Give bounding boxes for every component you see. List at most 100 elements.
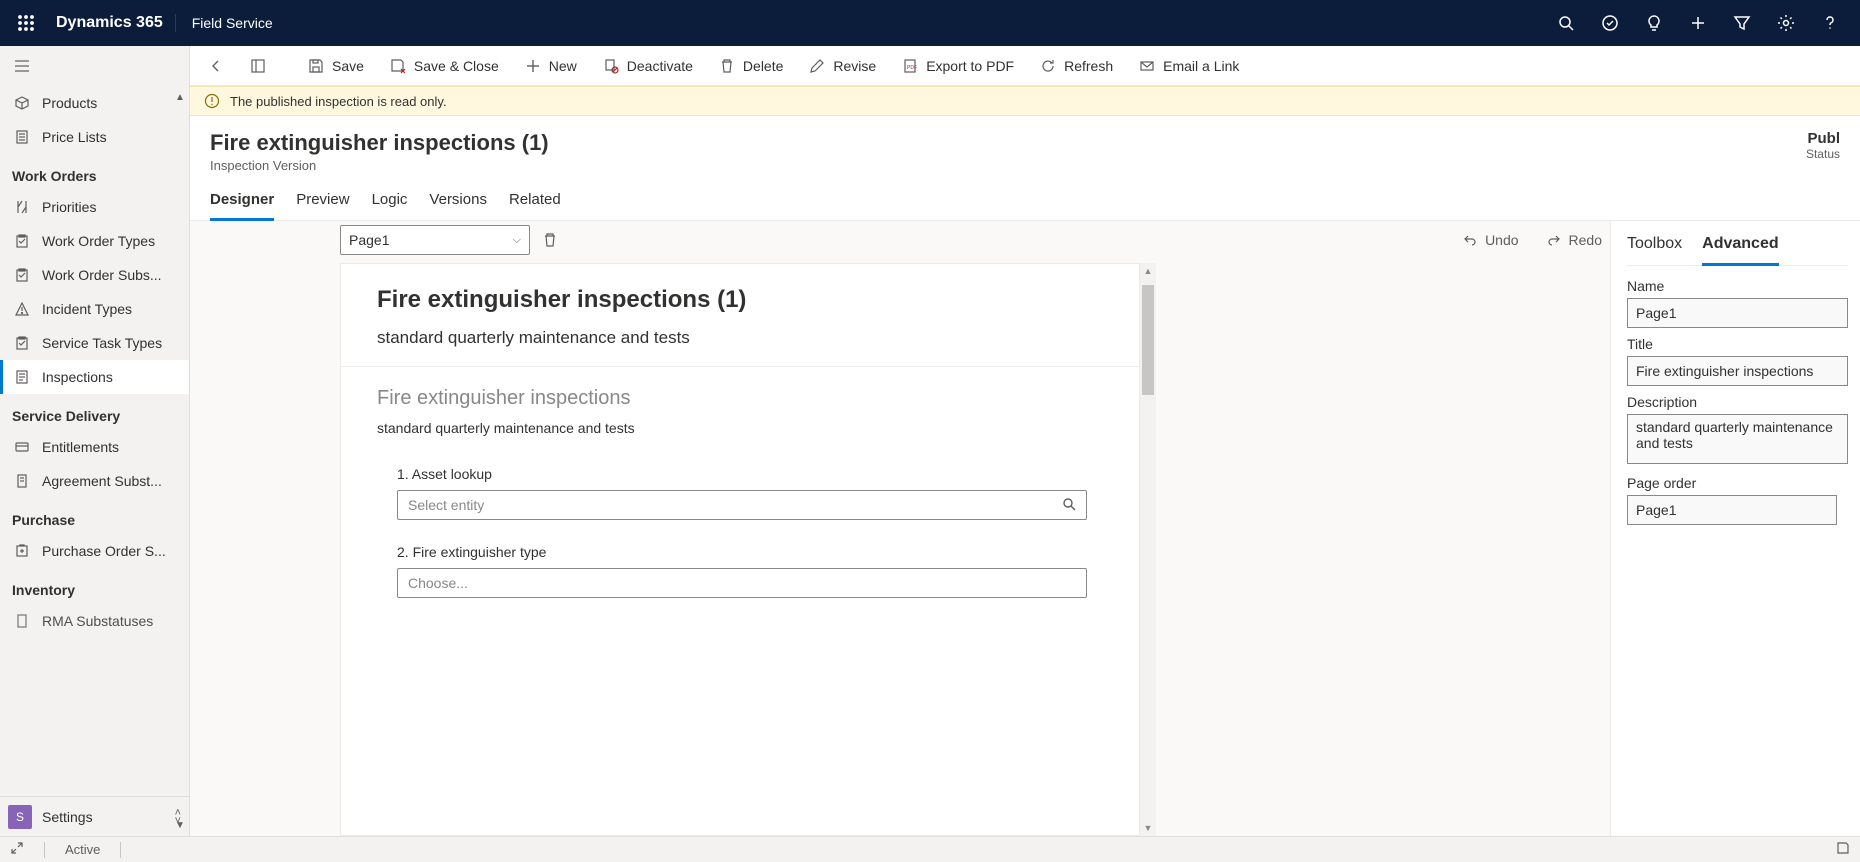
search-icon[interactable]: [1544, 1, 1588, 45]
sidebar-item-work-order-types[interactable]: Work Order Types: [0, 224, 189, 258]
designer-toolbar: Page1 ⌵ Undo Redo: [340, 221, 1610, 263]
redo-button[interactable]: Redo: [1539, 228, 1610, 252]
tab-logic[interactable]: Logic: [372, 183, 408, 220]
sidebar-scroll-down-icon[interactable]: ▼: [175, 820, 187, 832]
clipboard-icon: [14, 267, 30, 283]
page-selector-value: Page1: [349, 232, 389, 248]
revise-button[interactable]: Revise: [799, 54, 886, 78]
sidebar-scroll: Products Price Lists Work Orders Priorit…: [0, 86, 189, 796]
back-arrow-icon: [208, 58, 224, 74]
sidebar-item-work-order-subs[interactable]: Work Order Subs...: [0, 258, 189, 292]
delete-page-icon[interactable]: [542, 232, 558, 248]
delete-label: Delete: [743, 58, 783, 74]
prop-page-order-input[interactable]: [1627, 495, 1837, 525]
purchase-order-icon: [14, 543, 30, 559]
asset-lookup-input[interactable]: Select entity: [397, 490, 1087, 520]
sidebar-item-label: Work Order Types: [42, 233, 155, 249]
status-label: Status: [1806, 147, 1840, 161]
scroll-thumb[interactable]: [1142, 285, 1154, 395]
prop-title-input[interactable]: [1627, 356, 1848, 386]
save-status-icon[interactable]: [1836, 841, 1850, 858]
sidebar-item-service-task-types[interactable]: Service Task Types: [0, 326, 189, 360]
sidebar-collapse-button[interactable]: [0, 46, 189, 86]
brand-label[interactable]: Dynamics 365: [44, 14, 176, 32]
filter-icon[interactable]: [1720, 1, 1764, 45]
export-pdf-button[interactable]: PDF Export to PDF: [892, 54, 1024, 78]
designer-canvas[interactable]: Fire extinguisher inspections (1) standa…: [340, 263, 1140, 836]
sidebar-item-purchase-order-s[interactable]: Purchase Order S...: [0, 534, 189, 568]
open-record-set-button[interactable]: [240, 54, 276, 78]
task-check-icon[interactable]: [1588, 1, 1632, 45]
pdf-icon: PDF: [902, 58, 918, 74]
lightbulb-icon[interactable]: [1632, 1, 1676, 45]
tab-preview[interactable]: Preview: [296, 183, 349, 220]
undo-label: Undo: [1485, 232, 1518, 248]
scroll-down-icon[interactable]: ▼: [1140, 822, 1156, 834]
new-label: New: [549, 58, 577, 74]
sidebar-item-agreement-subst[interactable]: Agreement Subst...: [0, 464, 189, 498]
fire-extinguisher-type-input[interactable]: Choose...: [397, 568, 1087, 598]
question-2[interactable]: 2. Fire extinguisher type Choose...: [341, 532, 1139, 610]
form-tabs: Designer Preview Logic Versions Related: [190, 177, 1860, 221]
priority-icon: [14, 199, 30, 215]
panel-tab-toolbox[interactable]: Toolbox: [1627, 231, 1682, 265]
gear-icon[interactable]: [1764, 1, 1808, 45]
tab-related[interactable]: Related: [509, 183, 561, 220]
sidebar-item-price-lists[interactable]: Price Lists: [0, 120, 189, 154]
expand-icon[interactable]: [10, 841, 24, 858]
prop-description-input[interactable]: [1627, 414, 1848, 464]
prop-title-label: Title: [1627, 336, 1848, 352]
page-selector[interactable]: Page1 ⌵: [340, 225, 530, 255]
sidebar-item-products[interactable]: Products: [0, 86, 189, 120]
save-close-button[interactable]: Save & Close: [380, 54, 509, 78]
question-1[interactable]: 1. Asset lookup Select entity: [341, 454, 1139, 532]
app-name-label[interactable]: Field Service: [176, 15, 289, 31]
app-launcher-icon[interactable]: [8, 5, 44, 41]
canvas-scrollbar[interactable]: ▲ ▼: [1140, 263, 1156, 836]
status-bar: Active: [0, 836, 1860, 862]
tab-designer[interactable]: Designer: [210, 183, 274, 221]
sidebar-item-inspections[interactable]: Inspections: [0, 360, 189, 394]
sidebar-item-label: Purchase Order S...: [42, 543, 166, 559]
sidebar-item-label: RMA Substatuses: [42, 613, 153, 629]
area-switcher[interactable]: S Settings ˄˅: [0, 796, 189, 836]
save-icon: [308, 58, 324, 74]
sidebar-group-work-orders: Work Orders: [0, 154, 189, 190]
delete-button[interactable]: Delete: [709, 54, 793, 78]
add-icon[interactable]: [1676, 1, 1720, 45]
entitlement-icon: [14, 439, 30, 455]
command-bar: Save Save & Close New Deactivate Delete …: [190, 46, 1860, 86]
content-area: Save Save & Close New Deactivate Delete …: [190, 46, 1860, 836]
sidebar-item-label: Service Task Types: [42, 335, 162, 351]
sidebar-item-label: Price Lists: [42, 129, 107, 145]
sidebar-item-incident-types[interactable]: Incident Types: [0, 292, 189, 326]
sidebar-item-entitlements[interactable]: Entitlements: [0, 430, 189, 464]
save-close-icon: [390, 58, 406, 74]
save-button[interactable]: Save: [298, 54, 374, 78]
panel-tab-advanced[interactable]: Advanced: [1702, 231, 1778, 266]
plus-icon: [525, 58, 541, 74]
designer-area: Page1 ⌵ Undo Redo Fire extinguisher insp…: [190, 221, 1860, 836]
new-button[interactable]: New: [515, 54, 587, 78]
sidebar-item-priorities[interactable]: Priorities: [0, 190, 189, 224]
email-link-button[interactable]: Email a Link: [1129, 54, 1249, 78]
help-icon[interactable]: [1808, 1, 1852, 45]
scroll-up-icon[interactable]: ▲: [1140, 265, 1156, 277]
area-label: Settings: [42, 809, 93, 825]
save-label: Save: [332, 58, 364, 74]
undo-button[interactable]: Undo: [1455, 228, 1526, 252]
deactivate-button[interactable]: Deactivate: [593, 54, 703, 78]
canvas-title: Fire extinguisher inspections (1): [377, 286, 1103, 314]
export-label: Export to PDF: [926, 58, 1014, 74]
prop-name-input[interactable]: [1627, 298, 1848, 328]
sidebar-item-rma-substatuses[interactable]: RMA Substatuses: [0, 604, 189, 638]
inspection-icon: [14, 369, 30, 385]
sidebar-scroll-up-icon[interactable]: ▲: [175, 92, 187, 104]
tab-versions[interactable]: Versions: [429, 183, 487, 220]
refresh-button[interactable]: Refresh: [1030, 54, 1123, 78]
q2-placeholder: Choose...: [408, 575, 468, 591]
properties-panel: Toolbox Advanced Name Title Description …: [1610, 221, 1860, 836]
refresh-icon: [1040, 58, 1056, 74]
back-button[interactable]: [198, 54, 234, 78]
sidebar-item-label: Products: [42, 95, 97, 111]
